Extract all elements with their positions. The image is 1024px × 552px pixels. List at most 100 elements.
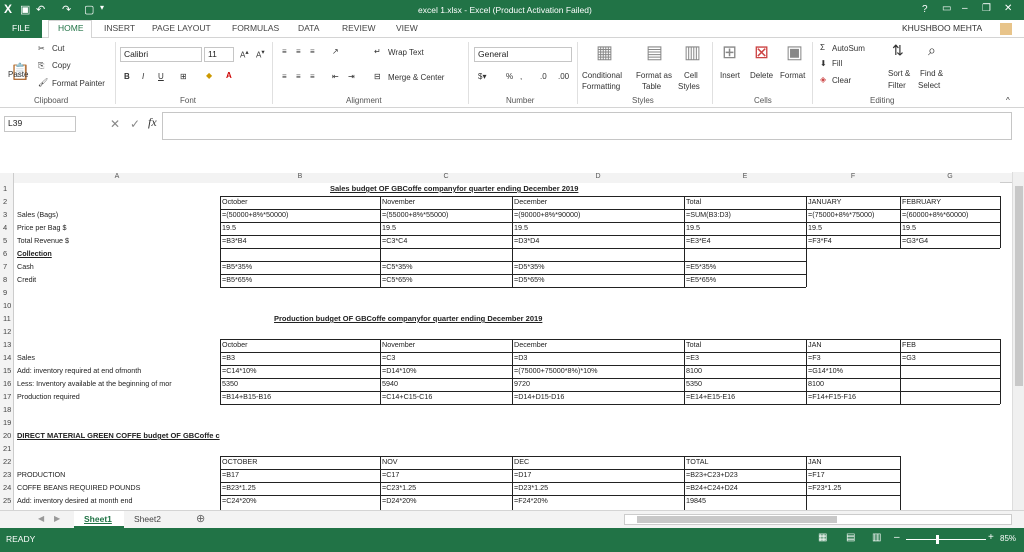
row-header[interactable]: 18: [0, 405, 14, 414]
cell[interactable]: =D24*20%: [382, 497, 417, 506]
cell[interactable]: DEC: [514, 458, 529, 467]
avatar[interactable]: [1000, 23, 1012, 35]
cell[interactable]: Sales (Bags): [17, 211, 58, 220]
cell[interactable]: December: [514, 198, 547, 207]
row-header[interactable]: 13: [0, 340, 14, 349]
cell[interactable]: =(60000+8%*60000): [902, 211, 968, 220]
zoom-out-icon[interactable]: –: [894, 532, 900, 543]
fill-color-icon[interactable]: ◆: [206, 71, 212, 80]
align-middle-icon[interactable]: ≡: [296, 47, 301, 56]
cell[interactable]: =D23*1.25: [514, 484, 548, 493]
row-header[interactable]: 14: [0, 353, 14, 362]
cell[interactable]: OCTOBER: [222, 458, 257, 467]
cut-button[interactable]: Cut: [52, 44, 64, 53]
cell-styles-button[interactable]: Cell: [684, 71, 698, 80]
conditional-formatting-icon[interactable]: ▦: [596, 42, 613, 63]
row-header[interactable]: 4: [0, 223, 14, 232]
cell[interactable]: Sales: [17, 354, 35, 363]
copy-button[interactable]: Copy: [52, 61, 71, 70]
close-icon[interactable]: ✕: [1004, 3, 1012, 14]
tab-page-layout[interactable]: PAGE LAYOUT: [152, 23, 211, 33]
row-header[interactable]: 12: [0, 327, 14, 336]
zoom-in-icon[interactable]: +: [988, 532, 994, 543]
cell[interactable]: =D3: [514, 354, 527, 363]
format-painter-icon[interactable]: 🖌: [38, 78, 48, 87]
direct-material-title[interactable]: DIRECT MATERIAL GREEN COFFE budget OF GB…: [17, 432, 220, 441]
cell[interactable]: JAN: [808, 341, 822, 350]
cell[interactable]: TOTAL: [686, 458, 709, 467]
currency-icon[interactable]: $▾: [478, 72, 486, 81]
cell[interactable]: 9720: [514, 380, 530, 389]
row-header[interactable]: 2: [0, 197, 14, 206]
row-header[interactable]: 24: [0, 483, 14, 492]
grow-font-icon[interactable]: A▴: [240, 48, 249, 60]
row-header[interactable]: 15: [0, 366, 14, 375]
find-select-button[interactable]: Find &: [920, 69, 943, 78]
tab-home[interactable]: HOME: [58, 23, 84, 33]
row-header[interactable]: 6: [0, 249, 14, 258]
align-right-icon[interactable]: ≡: [310, 72, 315, 81]
cell[interactable]: 19.5: [382, 224, 396, 233]
borders-icon[interactable]: ⊞: [180, 72, 187, 81]
zoom-slider-thumb[interactable]: [936, 535, 939, 544]
paste-button[interactable]: Paste: [8, 70, 28, 79]
increase-indent-icon[interactable]: ⇥: [348, 72, 355, 81]
undo-icon[interactable]: ↶: [36, 3, 45, 16]
row-header[interactable]: 21: [0, 444, 14, 453]
cancel-entry-icon[interactable]: ✕: [110, 117, 120, 131]
sort-filter-icon[interactable]: ⇅: [892, 42, 904, 59]
autosum-icon[interactable]: Σ: [820, 43, 825, 52]
cell[interactable]: 8100: [808, 380, 824, 389]
delete-cells-button[interactable]: Delete: [750, 71, 773, 80]
cell[interactable]: =B5*65%: [222, 276, 252, 285]
help-button[interactable]: ?: [922, 4, 928, 15]
cell[interactable]: 8100: [686, 367, 702, 376]
cell[interactable]: 5940: [382, 380, 398, 389]
cell[interactable]: =B3: [222, 354, 235, 363]
cell[interactable]: =C17: [382, 471, 399, 480]
cell[interactable]: NOV: [382, 458, 398, 467]
format-cells-icon[interactable]: ▣: [786, 42, 803, 63]
minimize-icon[interactable]: –: [962, 3, 968, 14]
wrap-text-button[interactable]: Wrap Text: [388, 48, 424, 57]
cell[interactable]: 19.5: [686, 224, 700, 233]
cell[interactable]: Less: Inventory available at the beginni…: [17, 380, 220, 389]
row-header[interactable]: 7: [0, 262, 14, 271]
production-budget-title[interactable]: Production budget OF GBCoffe companyfor …: [274, 315, 542, 324]
user-name[interactable]: KHUSHBOO MEHTA: [902, 23, 982, 33]
cell[interactable]: =D5*35%: [514, 263, 545, 272]
cell[interactable]: =E3: [686, 354, 699, 363]
customize-qat-icon[interactable]: ▾: [100, 3, 104, 12]
shrink-font-icon[interactable]: A▾: [256, 48, 265, 60]
cell[interactable]: Cash: [17, 263, 34, 272]
align-top-icon[interactable]: ≡: [282, 47, 287, 56]
row-header[interactable]: 1: [0, 184, 14, 193]
cell[interactable]: COFFE BEANS REQUIRED POUNDS: [17, 484, 140, 493]
cell[interactable]: =D14+D15-D16: [514, 393, 564, 402]
row-header[interactable]: 20: [0, 431, 14, 440]
cell[interactable]: =B24+C24+D24: [686, 484, 738, 493]
cell[interactable]: FEB: [902, 341, 916, 350]
cell[interactable]: =G14*10%: [808, 367, 843, 376]
align-left-icon[interactable]: ≡: [282, 72, 287, 81]
insert-function-icon[interactable]: fx: [148, 115, 157, 130]
cell[interactable]: =C5*65%: [382, 276, 413, 285]
cell[interactable]: 19.5: [902, 224, 916, 233]
prev-sheet-icon[interactable]: ◀: [38, 514, 44, 523]
sheet-tab-sheet1[interactable]: Sheet1: [84, 514, 112, 524]
cell[interactable]: Collection: [17, 250, 52, 259]
cell[interactable]: 19.5: [808, 224, 822, 233]
row-header[interactable]: 9: [0, 288, 14, 297]
tab-file[interactable]: FILE: [12, 23, 30, 33]
row-header[interactable]: 11: [0, 314, 14, 323]
row-header[interactable]: 22: [0, 457, 14, 466]
cell[interactable]: December: [514, 341, 547, 350]
row-header[interactable]: 8: [0, 275, 14, 284]
row-header[interactable]: 3: [0, 210, 14, 219]
cell[interactable]: =G3*G4: [902, 237, 928, 246]
horizontal-scroll-thumb[interactable]: [637, 516, 837, 523]
cell[interactable]: 19845: [686, 497, 706, 506]
italic-button[interactable]: I: [142, 72, 144, 81]
clear-icon[interactable]: ◈: [820, 75, 826, 84]
cell[interactable]: =F17: [808, 471, 825, 480]
